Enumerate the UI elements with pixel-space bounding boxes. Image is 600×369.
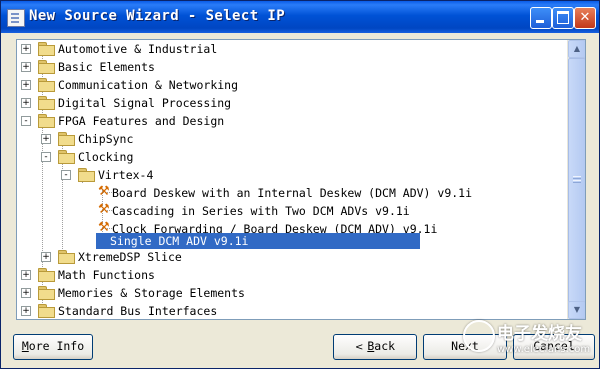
folder-icon: [38, 60, 55, 74]
more-info-accesskey: M: [21, 339, 29, 353]
tree-rows: + Automotive & Industrial + Basic Elemen…: [17, 40, 567, 319]
tree-item-label: Automotive & Industrial: [58, 42, 218, 56]
expand-icon[interactable]: +: [21, 306, 31, 316]
chevron-up-icon: ▲: [573, 44, 581, 53]
expand-icon[interactable]: +: [41, 134, 51, 144]
vertical-scrollbar[interactable]: ▲ ▼: [567, 40, 585, 319]
tree-item-label: ChipSync: [78, 132, 134, 146]
wizard-icon: [7, 9, 25, 27]
tree-item-label: Single DCM ADV v9.1i: [96, 233, 420, 249]
expand-icon[interactable]: +: [21, 80, 31, 90]
expand-icon[interactable]: +: [21, 62, 31, 72]
window-title: New Source Wizard - Select IP: [29, 8, 286, 24]
folder-icon: [58, 150, 75, 164]
minimize-icon: [536, 20, 544, 23]
collapse-icon[interactable]: -: [61, 170, 71, 180]
minimize-button[interactable]: [530, 7, 552, 29]
folder-icon: [38, 286, 55, 300]
watermark-logo-icon: [463, 320, 495, 352]
folder-icon: [58, 132, 75, 146]
back-button[interactable]: < Back: [333, 334, 417, 360]
tree-item-label: Digital Signal Processing: [58, 96, 232, 110]
back-label: ack: [374, 339, 396, 353]
folder-icon: [38, 304, 55, 318]
watermark-url: www.elecfans.com: [497, 344, 591, 355]
watermark: 电子发烧友 www.elecfans.com: [453, 314, 600, 364]
tree-item-label: Clocking: [78, 150, 134, 164]
scroll-up-button[interactable]: ▲: [568, 40, 585, 58]
scrollbar-thumb[interactable]: [568, 58, 585, 303]
expand-icon[interactable]: +: [21, 98, 31, 108]
tree-item-label: Standard Bus Interfaces: [58, 304, 218, 318]
close-button[interactable]: ✕: [574, 7, 596, 29]
collapse-icon[interactable]: -: [21, 116, 31, 126]
tree-item-label: Cascading in Series with Two DCM ADVs v9…: [112, 204, 410, 218]
maximize-button[interactable]: [552, 7, 574, 29]
more-info-label: ore Info: [28, 339, 85, 353]
expand-icon[interactable]: +: [21, 44, 31, 54]
tree-item-label: Basic Elements: [58, 60, 155, 74]
grip-icon: [573, 176, 581, 177]
tree-item-label: Board Deskew with an Internal Deskew (DC…: [112, 186, 473, 200]
folder-icon: [78, 168, 95, 182]
close-icon: ✕: [579, 10, 591, 25]
folder-icon: [38, 78, 55, 92]
tree-item-label: Memories & Storage Elements: [58, 286, 245, 300]
folder-icon: [38, 96, 55, 110]
chevron-down-icon: ▼: [573, 305, 581, 314]
title-bar[interactable]: New Source Wizard - Select IP ✕: [1, 1, 599, 33]
folder-icon: [58, 250, 75, 264]
maximize-icon: [557, 11, 569, 24]
folder-icon: [38, 268, 55, 282]
tree-item-label: XtremeDSP Slice: [78, 250, 182, 264]
back-arrow-icon: <: [354, 342, 364, 353]
watermark-text: 电子发烧友: [497, 324, 582, 344]
folder-icon: [38, 114, 55, 128]
wizard-window: New Source Wizard - Select IP ✕ + Automo…: [0, 0, 600, 369]
tree-item-label: Communication & Networking: [58, 78, 239, 92]
ip-tree-view[interactable]: + Automotive & Industrial + Basic Elemen…: [16, 39, 586, 320]
tree-item-label: Virtex-4: [98, 168, 154, 182]
collapse-icon[interactable]: -: [41, 152, 51, 162]
more-info-button[interactable]: More Info: [13, 334, 93, 360]
expand-icon[interactable]: +: [41, 252, 51, 262]
tree-item-label: Math Functions: [58, 268, 155, 282]
expand-icon[interactable]: +: [21, 270, 31, 280]
folder-icon: [38, 42, 55, 56]
expand-icon[interactable]: +: [21, 288, 31, 298]
tree-item-label: FPGA Features and Design: [58, 114, 225, 128]
